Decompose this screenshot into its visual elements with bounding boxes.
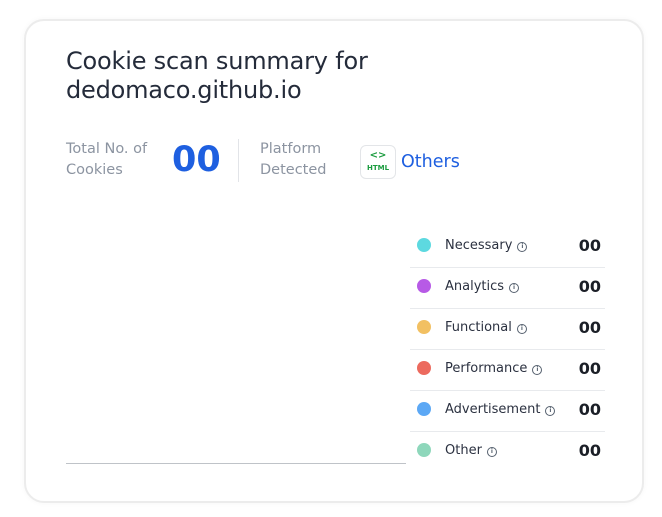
legend-label: Other (445, 443, 482, 458)
legend-label: Analytics (445, 279, 505, 294)
html-icon: <> HTML (360, 145, 396, 179)
performance-color-dot (417, 361, 431, 375)
html-badge-text: HTML (366, 164, 390, 172)
info-icon[interactable]: i (516, 324, 527, 334)
functional-color-dot (417, 320, 431, 334)
legend-count: 00 (578, 277, 601, 296)
info-icon[interactable]: i (486, 447, 497, 457)
cookie-category-legend: Necessary i 00 Analytics i 00 Functional i … (410, 227, 605, 472)
advertisement-color-dot (417, 402, 431, 416)
legend-item-other: Other i 00 (410, 432, 605, 472)
chart-baseline (66, 463, 406, 464)
stat-divider (238, 139, 239, 182)
other-color-dot (417, 443, 431, 457)
info-icon[interactable]: i (545, 406, 556, 416)
info-icon[interactable]: i (532, 365, 543, 375)
necessary-color-dot (417, 238, 431, 252)
platform-detected-label: Platform Detected (260, 141, 327, 178)
analytics-color-dot (417, 279, 431, 293)
platform-value: Others (401, 152, 460, 172)
legend-item-performance: Performance i 00 (410, 350, 605, 391)
card-title: Cookie scan summary for dedomaco.github.… (66, 47, 368, 104)
legend-item-necessary: Necessary i 00 (410, 227, 605, 268)
legend-count: 00 (578, 359, 601, 378)
legend-label: Advertisement (445, 402, 541, 417)
legend-label: Necessary (445, 238, 513, 253)
legend-count: 00 (578, 400, 601, 419)
info-icon[interactable]: i (509, 283, 520, 293)
legend-item-analytics: Analytics i 00 (410, 268, 605, 309)
code-brackets-icon: <> (369, 150, 387, 161)
legend-count: 00 (578, 318, 601, 337)
total-cookies-label: Total No. of Cookies (66, 141, 148, 178)
legend-item-functional: Functional i 00 (410, 309, 605, 350)
info-icon[interactable]: i (517, 242, 528, 252)
legend-item-advertisement: Advertisement i 00 (410, 391, 605, 432)
legend-label: Functional (445, 320, 512, 335)
legend-count: 00 (578, 236, 601, 255)
legend-label: Performance (445, 361, 528, 376)
total-cookies-value: 00 (172, 140, 221, 180)
legend-count: 00 (578, 441, 601, 460)
